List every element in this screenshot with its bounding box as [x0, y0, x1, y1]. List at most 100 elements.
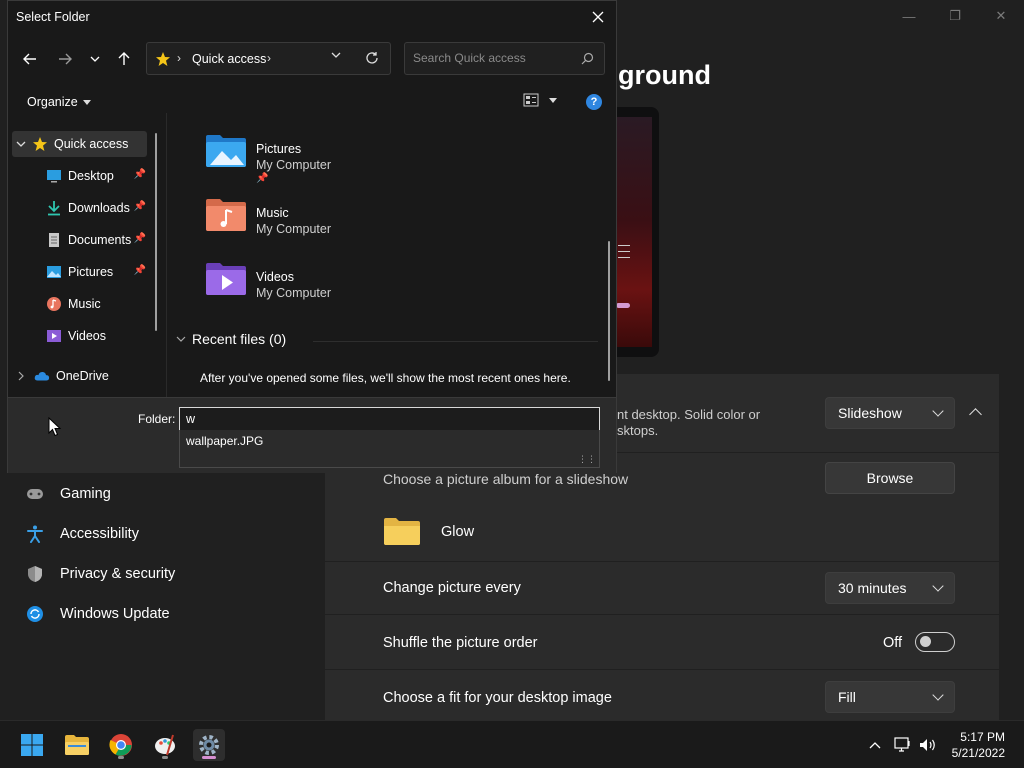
item-location: My Computer	[256, 158, 332, 172]
sidebar-item-label: Gaming	[60, 486, 111, 502]
breadcrumb-separator-icon: ›	[267, 51, 271, 65]
refresh-icon[interactable]	[365, 51, 379, 65]
shuffle-card: Shuffle the picture order Off	[325, 615, 999, 669]
resize-grip-icon[interactable]: ⋮⋮	[578, 454, 596, 465]
autocomplete-suggestion[interactable]: wallpaper.JPG	[186, 434, 263, 448]
clock-date: 5/21/2022	[951, 746, 1005, 760]
sidebar-item-gaming[interactable]: Gaming	[24, 479, 111, 509]
recent-files-title: Recent files (0)	[192, 331, 287, 347]
document-icon	[46, 232, 62, 248]
interval-select[interactable]: 30 minutes	[825, 572, 955, 604]
chevron-up-icon[interactable]	[969, 408, 982, 421]
background-type-select[interactable]: Slideshow	[825, 397, 955, 429]
search-field[interactable]	[404, 42, 605, 75]
pin-icon: 📌	[133, 233, 146, 244]
nav-item-music[interactable]: Music	[46, 291, 146, 317]
sidebar-item-windows-update[interactable]: Windows Update	[24, 599, 170, 629]
nav-item-label: Videos	[68, 329, 106, 343]
sidebar-item-privacy[interactable]: Privacy & security	[24, 559, 175, 589]
volume-icon[interactable]	[917, 735, 939, 755]
nav-item-videos[interactable]: Videos	[46, 323, 146, 349]
chevron-down-icon[interactable]	[16, 141, 26, 147]
mouse-cursor-icon	[48, 417, 62, 437]
settings-icon[interactable]	[193, 729, 225, 761]
clock[interactable]: 5:17 PM 5/21/2022	[952, 729, 1005, 761]
shield-icon	[24, 563, 46, 585]
gamepad-icon	[24, 483, 46, 505]
desktop-icon	[46, 168, 62, 184]
chevron-down-icon	[932, 405, 944, 417]
close-button[interactable]: ✕	[978, 0, 1024, 32]
caret-down-icon	[549, 97, 557, 103]
up-arrow-icon[interactable]	[113, 48, 135, 70]
star-icon	[32, 136, 48, 152]
help-icon[interactable]: ?	[586, 94, 602, 110]
search-input[interactable]	[413, 51, 573, 65]
nav-item-pictures[interactable]: Pictures 📌	[46, 259, 146, 285]
folder-icon	[384, 518, 420, 545]
download-icon	[46, 200, 62, 216]
music-folder-icon	[206, 199, 246, 231]
folder-input[interactable]	[179, 407, 600, 431]
nav-item-documents[interactable]: Documents 📌	[46, 227, 146, 253]
fit-card: Choose a fit for your desktop image Fill	[325, 670, 999, 720]
pictures-icon	[46, 264, 62, 280]
preview-image	[612, 117, 652, 347]
folder-label: Folder:	[138, 412, 176, 426]
back-arrow-icon[interactable]	[19, 48, 41, 70]
change-view-button[interactable]	[523, 93, 557, 107]
chevron-down-icon[interactable]	[331, 52, 341, 58]
album-folder-name: Glow	[441, 524, 475, 540]
sidebar-item-label: Accessibility	[60, 526, 139, 542]
preview-taskbar-pill	[616, 303, 630, 308]
breadcrumb[interactable]: Quick access	[192, 52, 266, 66]
nav-item-label: Downloads	[68, 201, 130, 215]
chrome-icon[interactable]	[105, 729, 137, 761]
chevron-down-icon	[932, 580, 944, 592]
nav-item-desktop[interactable]: Desktop 📌	[46, 163, 146, 189]
nav-item-onedrive[interactable]: OneDrive	[18, 363, 138, 389]
network-icon[interactable]	[892, 735, 914, 755]
change-picture-label: Change picture every	[383, 580, 521, 596]
maximize-button[interactable]: ❐	[932, 0, 978, 32]
close-icon[interactable]	[586, 5, 610, 29]
organize-label: Organize	[27, 95, 78, 109]
item-name: Pictures	[256, 142, 302, 156]
chevron-right-icon[interactable]	[18, 371, 24, 381]
search-icon	[581, 52, 594, 65]
chevron-down-icon	[932, 689, 944, 701]
recent-locations-chevron-icon[interactable]	[84, 48, 106, 70]
music-icon	[46, 296, 62, 312]
page-title: ground	[618, 60, 711, 90]
browse-button[interactable]: Browse	[825, 462, 955, 494]
sidebar-item-label: Windows Update	[60, 606, 170, 622]
folder-bar: Folder: wallpaper.JPG ⋮⋮	[8, 397, 616, 473]
taskbar: 5:17 PM 5/21/2022	[0, 720, 1024, 768]
autocomplete-dropdown: wallpaper.JPG ⋮⋮	[179, 430, 600, 468]
address-bar[interactable]: › Quick access ›	[146, 42, 391, 75]
active-indicator	[202, 756, 216, 759]
item-name: Music	[256, 206, 289, 220]
nav-scrollbar[interactable]	[155, 133, 157, 331]
chevron-up-icon[interactable]	[864, 735, 886, 755]
star-icon	[156, 52, 170, 66]
nav-item-downloads[interactable]: Downloads 📌	[46, 195, 146, 221]
recent-files-header[interactable]: Recent files (0)	[176, 331, 286, 347]
pin-icon: 📌	[256, 173, 269, 184]
running-indicator	[118, 756, 124, 759]
sidebar-item-accessibility[interactable]: Accessibility	[24, 519, 139, 549]
paint-icon[interactable]	[149, 729, 181, 761]
refresh-icon	[24, 603, 46, 625]
organize-button[interactable]: Organize	[27, 95, 91, 109]
forward-arrow-icon[interactable]	[54, 48, 76, 70]
pin-icon: 📌	[133, 265, 146, 276]
fit-select[interactable]: Fill	[825, 681, 955, 713]
nav-item-quick-access[interactable]: Quick access	[12, 131, 147, 157]
minimize-button[interactable]: —	[886, 0, 932, 32]
file-explorer-icon[interactable]	[61, 729, 93, 761]
content-scrollbar[interactable]	[608, 241, 610, 381]
shuffle-toggle[interactable]	[915, 632, 955, 652]
change-picture-card: Change picture every 30 minutes	[325, 562, 999, 614]
start-icon[interactable]	[16, 729, 48, 761]
view-options-icon	[523, 93, 539, 107]
